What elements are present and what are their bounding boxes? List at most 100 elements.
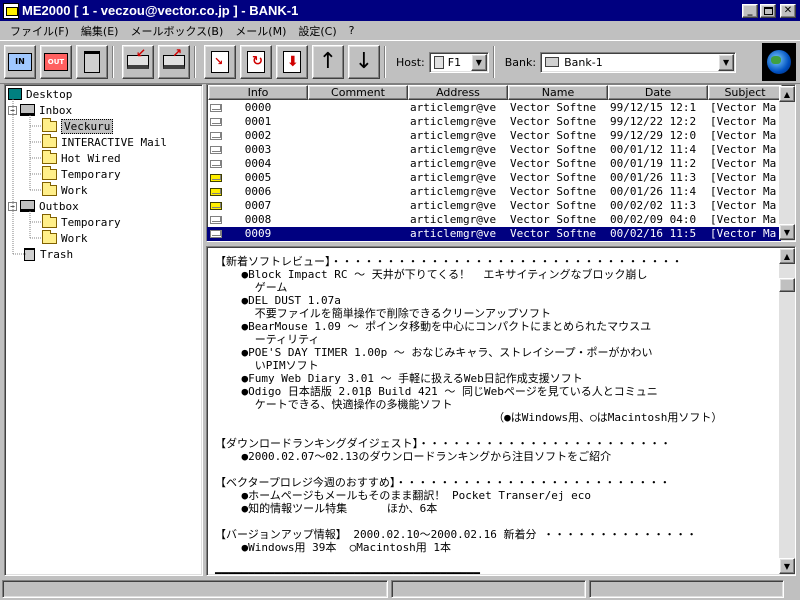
- new-mail-icon: ↘: [211, 51, 229, 73]
- arrow-down-icon: ▼: [783, 227, 791, 237]
- cell-name: Vector Softne: [510, 129, 597, 142]
- table-row[interactable]: 0005 articlemgr@ve Vector Softne 00/01/26 1…: [207, 171, 781, 185]
- table-row[interactable]: 0008 articlemgr@ve Vector Softne 00/02/09 0…: [207, 213, 781, 227]
- scroll-down-button[interactable]: ▼: [779, 224, 795, 240]
- message-body[interactable]: 【新着ソフトレビュー】・・・・・・・・・・・・・・・・・・・・・・・・・・・・・…: [206, 246, 796, 576]
- scroll-thumb[interactable]: [779, 278, 795, 292]
- cell-address: articlemgr@ve: [410, 227, 497, 240]
- new-mail-button[interactable]: ↘: [204, 45, 236, 79]
- column-header-comment[interactable]: Comment: [308, 85, 408, 100]
- tree-item-temporary[interactable]: Temporary: [42, 165, 121, 182]
- envelope-icon: [210, 174, 222, 182]
- cell-name: Vector Softne: [510, 101, 597, 114]
- host-dropdown-button[interactable]: ▼: [470, 53, 487, 71]
- tree-item-trash[interactable]: Trash: [24, 246, 73, 262]
- folder-open-icon: [42, 117, 57, 132]
- send-button[interactable]: ↗: [158, 45, 190, 79]
- scroll-up-button[interactable]: ▲: [779, 248, 795, 264]
- table-row[interactable]: 0003 articlemgr@ve Vector Softne 00/01/12 1…: [207, 143, 781, 157]
- folder-tree[interactable]: Desktop − Inbox Veckuru INTERACTIVE Mail…: [4, 84, 203, 576]
- message-line: ━━━━━━━━━━━━━━━━━━━━━━━━━━━━━━━━━━━━━━━━: [215, 567, 480, 576]
- folder-icon: [42, 133, 57, 148]
- tree-item-veckuru[interactable]: Veckuru: [42, 117, 114, 134]
- trash-button[interactable]: [76, 45, 108, 79]
- table-row[interactable]: 0006 articlemgr@ve Vector Softne 00/01/26 1…: [207, 185, 781, 199]
- collapse-icon[interactable]: −: [8, 201, 17, 211]
- folder-icon: [42, 181, 57, 196]
- tree-item-outbox-temporary[interactable]: Temporary: [42, 213, 121, 230]
- envelope-icon: [210, 160, 222, 168]
- cell-name: Vector Softne: [510, 199, 597, 212]
- outbox-out-button[interactable]: OUT: [40, 45, 72, 79]
- tree-item-outbox-work[interactable]: Work: [42, 229, 88, 246]
- receive-button[interactable]: ↙: [122, 45, 154, 79]
- column-header-subject[interactable]: Subject: [708, 85, 782, 100]
- toolbar: IN OUT ↙ ↗ ↘ ↻ ⬇ ↑ ↓ Host: F1 ▼ Bank: Ba…: [0, 40, 800, 84]
- column-header-info[interactable]: Info: [208, 85, 308, 100]
- maximize-button[interactable]: [760, 3, 776, 18]
- arrow-down-icon: ↓: [354, 49, 374, 74]
- tree-item-hot-wired[interactable]: Hot Wired: [42, 149, 121, 166]
- menu-edit[interactable]: 編集(E): [75, 23, 125, 39]
- menu-settings[interactable]: 設定(C): [292, 23, 342, 39]
- column-header-name[interactable]: Name: [508, 85, 608, 100]
- menu-mailbox[interactable]: メールボックス(B): [124, 23, 229, 39]
- cell-comment: [310, 157, 407, 171]
- message-line: ●BearMouse 1.09 〜 ポインタ移動を中心にコンパクトにまとめられた…: [215, 320, 652, 333]
- close-button[interactable]: ✕: [780, 3, 796, 18]
- menu-mail[interactable]: メール(M): [229, 23, 292, 39]
- cell-comment: [310, 185, 407, 199]
- tree-item-interactive-mail[interactable]: INTERACTIVE Mail: [42, 133, 167, 150]
- tree-item-outbox[interactable]: − Outbox: [8, 198, 79, 214]
- host-select[interactable]: F1 ▼: [428, 51, 489, 73]
- menu-help[interactable]: ?: [343, 24, 361, 37]
- cell-info: 0009: [244, 227, 272, 240]
- table-row[interactable]: 0004 articlemgr@ve Vector Softne 00/01/19 1…: [207, 157, 781, 171]
- table-row[interactable]: 0007 articlemgr@ve Vector Softne 00/02/02 1…: [207, 199, 781, 213]
- column-header-address[interactable]: Address: [408, 85, 508, 100]
- scroll-down-button[interactable]: ▼: [779, 558, 795, 574]
- table-row[interactable]: 0001 articlemgr@ve Vector Softne 99/12/22 1…: [207, 115, 781, 129]
- table-row[interactable]: 0009 articlemgr@ve Vector Softne 00/02/16 1…: [207, 227, 781, 241]
- minimize-button[interactable]: _: [742, 3, 758, 18]
- scroll-up-button[interactable]: ▲: [779, 86, 795, 102]
- forward-button[interactable]: ⬇: [276, 45, 308, 79]
- move-up-button[interactable]: ↑: [312, 45, 344, 79]
- tree-item-work[interactable]: Work: [42, 181, 88, 198]
- tree-item-label: Inbox: [39, 103, 73, 117]
- tree-item-desktop[interactable]: Desktop: [8, 86, 72, 102]
- cell-name: Vector Softne: [510, 171, 597, 184]
- reply-button[interactable]: ↻: [240, 45, 272, 79]
- cell-comment: [310, 129, 407, 143]
- move-down-button[interactable]: ↓: [348, 45, 380, 79]
- computer-icon: [20, 104, 35, 116]
- tree-item-inbox[interactable]: − Inbox: [8, 102, 72, 118]
- tree-item-label: Work: [61, 231, 88, 245]
- toolbar-separator: [112, 46, 114, 78]
- table-row[interactable]: 0000 articlemgr@ve Vector Softne 99/12/15 1…: [207, 101, 781, 115]
- cell-address: articlemgr@ve: [410, 129, 497, 142]
- bank-select[interactable]: Bank-1 ▼: [540, 51, 737, 73]
- cell-comment: [310, 213, 407, 227]
- tree-item-label: Temporary: [61, 215, 121, 229]
- list-scrollbar[interactable]: ▲ ▼: [779, 86, 795, 240]
- message-list[interactable]: Info Comment Address Name Date Subject 0…: [206, 84, 796, 242]
- in-box-icon: IN: [8, 53, 32, 71]
- bank-icon: [545, 57, 560, 67]
- app-icon[interactable]: [3, 2, 19, 19]
- inbox-in-button[interactable]: IN: [4, 45, 36, 79]
- arrow-up-icon: ↑: [318, 49, 338, 74]
- collapse-icon[interactable]: −: [8, 105, 17, 115]
- body-scrollbar[interactable]: ▲ ▼: [779, 248, 795, 574]
- message-line: ●POE'S DAY TIMER 1.00p 〜 おなじみキャラ、ストレイシープ…: [215, 346, 653, 359]
- menu-file[interactable]: ファイル(F): [4, 23, 75, 39]
- message-line: ●DEL DUST 1.07a: [215, 294, 341, 307]
- message-line: ケートできる、快適操作の多機能ソフト: [215, 398, 453, 411]
- message-line: 【新着ソフトレビュー】・・・・・・・・・・・・・・・・・・・・・・・・・・・・・…: [215, 255, 683, 268]
- tree-item-label: Temporary: [61, 167, 121, 181]
- cell-date: 00/02/02 11:3: [610, 199, 697, 212]
- column-header-date[interactable]: Date: [608, 85, 708, 100]
- title-bar[interactable]: ME2000 [ 1 - veczou@vector.co.jp ] - BAN…: [0, 0, 800, 21]
- bank-dropdown-button[interactable]: ▼: [718, 53, 735, 71]
- table-row[interactable]: 0002 articlemgr@ve Vector Softne 99/12/29 1…: [207, 129, 781, 143]
